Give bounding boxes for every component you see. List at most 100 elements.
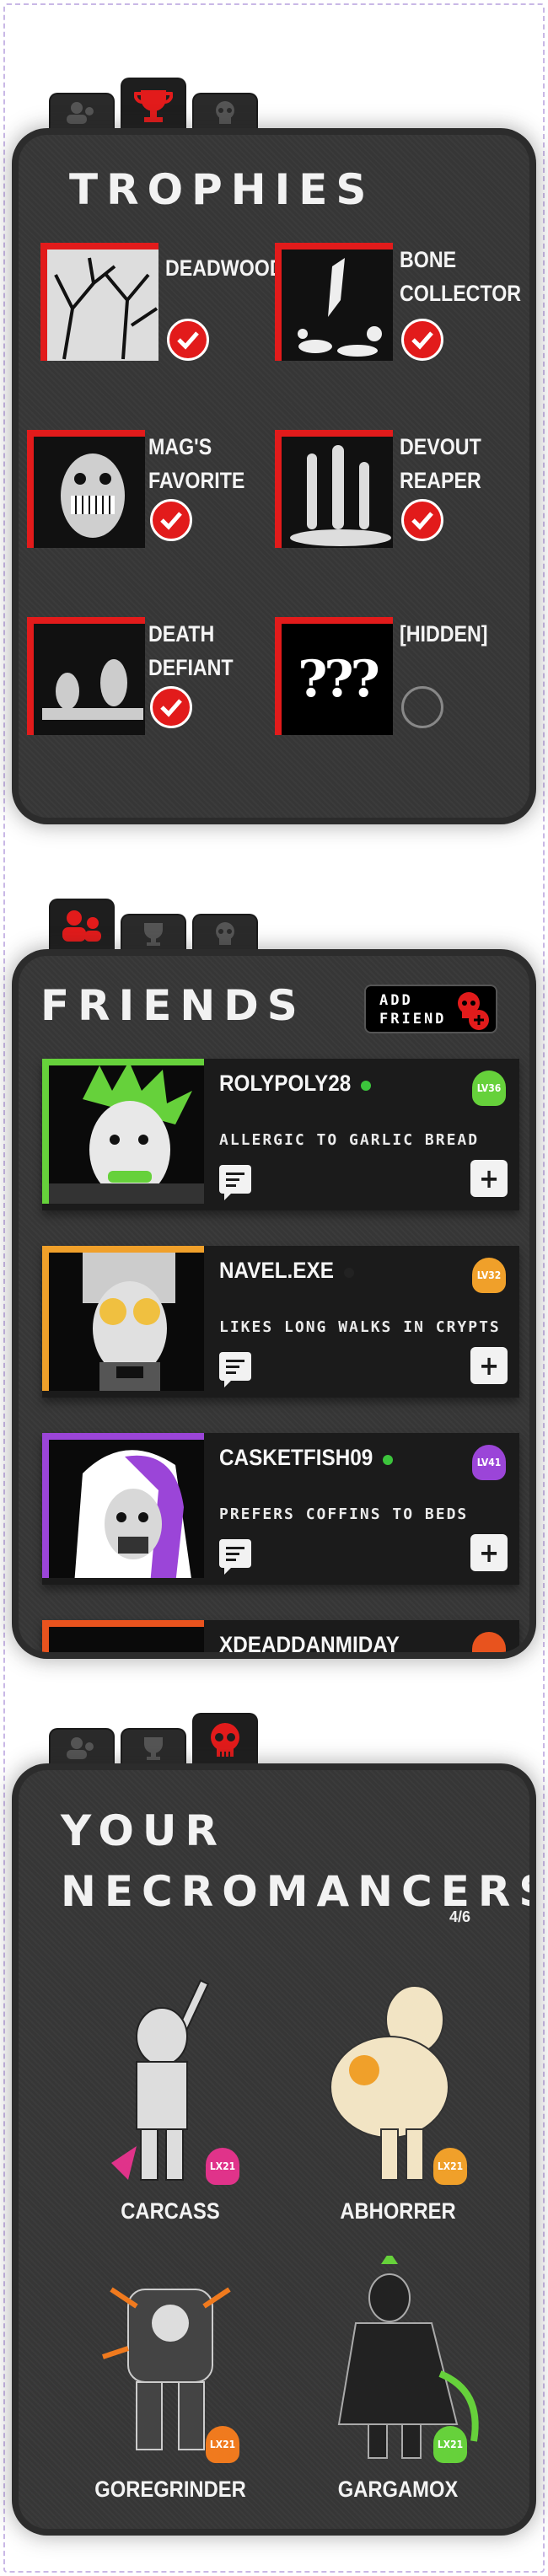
friend-description: LIKES LONG WALKS IN CRYPTS bbox=[219, 1318, 501, 1336]
necromancer-card[interactable]: LX21 ABHORRER bbox=[288, 1978, 508, 2239]
trophy-name: DEADWOOD bbox=[165, 255, 284, 281]
friend-description: PREFERS COFFINS TO BEDS bbox=[219, 1505, 469, 1523]
friends-panel: FRIENDS ADD FRIEND ROLYPOLY28 LV36 ALLER… bbox=[19, 956, 529, 1652]
tab-friends[interactable] bbox=[51, 1730, 113, 1770]
necromancer-name: ABHORRER bbox=[340, 2198, 456, 2224]
necromancer-figure bbox=[61, 2256, 280, 2466]
level-badge: LV36 bbox=[472, 1071, 506, 1106]
friend-card[interactable]: NAVEL.EXE LV32 LIKES LONG WALKS IN CRYPT… bbox=[42, 1246, 519, 1398]
friend-avatar bbox=[42, 1246, 204, 1391]
tab-bar bbox=[51, 897, 304, 956]
trophy-image bbox=[40, 243, 158, 361]
trophy-name: [HIDDEN] bbox=[400, 621, 488, 647]
gift-icon[interactable]: + bbox=[470, 1160, 508, 1197]
trophy-card-hidden[interactable]: ??? [HIDDEN] bbox=[275, 617, 502, 743]
level-badge: LX21 bbox=[433, 2148, 467, 2185]
tab-bar bbox=[51, 1711, 304, 1770]
message-icon[interactable] bbox=[219, 1539, 251, 1575]
locked-circle-icon bbox=[401, 686, 443, 728]
necromancers-screen: YOUR NECROMANCERS 4/6 LX21 CARCASS LX21 … bbox=[0, 1694, 548, 2571]
trophy-name: BONE COLLECTOR bbox=[400, 247, 522, 306]
trophy-icon bbox=[139, 921, 168, 950]
friend-avatar bbox=[42, 1059, 204, 1204]
trophy-name: MAG'S FAVORITE bbox=[148, 434, 245, 493]
gift-icon[interactable]: + bbox=[470, 1534, 508, 1571]
level-badge bbox=[472, 1632, 506, 1652]
necromancer-name: CARCASS bbox=[121, 2198, 220, 2224]
skull-icon bbox=[211, 921, 239, 950]
necromancer-card[interactable]: LX21 GOREGRINDER bbox=[61, 2256, 280, 2517]
trophy-image-hidden: ??? bbox=[275, 617, 393, 735]
friend-avatar bbox=[42, 1433, 204, 1578]
trophy-icon bbox=[139, 1736, 168, 1764]
trophy-card[interactable]: DEADWOOD bbox=[40, 243, 284, 369]
online-status-dot bbox=[383, 1455, 393, 1465]
skull-icon bbox=[204, 1721, 246, 1763]
tab-trophies[interactable] bbox=[122, 79, 185, 135]
page-title: YOUR NECROMANCERS bbox=[61, 1806, 529, 1916]
skull-icon bbox=[211, 100, 239, 129]
tab-friends[interactable] bbox=[51, 94, 113, 135]
friend-name: CASKETFISH09 bbox=[219, 1445, 373, 1470]
checkmark-icon bbox=[150, 499, 192, 541]
level-badge: LX21 bbox=[433, 2426, 467, 2463]
trophy-card[interactable]: BONE COLLECTOR bbox=[275, 243, 521, 369]
checkmark-icon bbox=[167, 319, 209, 361]
tab-friends[interactable] bbox=[51, 900, 113, 956]
trophy-image bbox=[275, 243, 393, 361]
necromancer-name: GOREGRINDER bbox=[94, 2477, 246, 2502]
friend-name: XDEADDANMIDAY bbox=[219, 1632, 400, 1652]
friend-name: NAVEL.EXE bbox=[219, 1258, 334, 1283]
trophy-name: DEVOUT REAPER bbox=[400, 434, 481, 493]
friend-card[interactable]: XDEADDANMIDAY bbox=[42, 1620, 519, 1652]
necromancer-count: 4/6 bbox=[449, 1908, 470, 1925]
friend-card[interactable]: CASKETFISH09 LV41 PREFERS COFFINS TO BED… bbox=[42, 1433, 519, 1585]
necromancer-card[interactable]: LX21 CARCASS bbox=[61, 1978, 280, 2239]
online-status-dot bbox=[361, 1081, 371, 1091]
necromancer-figure bbox=[288, 1978, 508, 2188]
add-friend-button[interactable]: ADD FRIEND bbox=[364, 985, 497, 1033]
trophy-card[interactable]: DEATH DEFIANT bbox=[27, 617, 255, 743]
level-badge: LX21 bbox=[206, 2148, 239, 2185]
page-title: TROPHIES bbox=[69, 165, 375, 214]
trophy-icon bbox=[133, 87, 174, 127]
trophies-panel: TROPHIES DEADWOOD BONE COLLECTOR MAG'S F… bbox=[19, 135, 529, 818]
trophy-name: DEATH DEFIANT bbox=[148, 621, 234, 680]
friend-name: ROLYPOLY28 bbox=[219, 1071, 352, 1096]
trophies-screen: TROPHIES DEADWOOD BONE COLLECTOR MAG'S F… bbox=[0, 0, 548, 851]
friend-description: ALLERGIC TO GARLIC BREAD bbox=[219, 1131, 480, 1149]
tab-necromancers[interactable] bbox=[194, 915, 256, 956]
necromancers-panel: YOUR NECROMANCERS 4/6 LX21 CARCASS LX21 … bbox=[19, 1770, 529, 2529]
tab-bar bbox=[51, 76, 304, 135]
necromancer-card[interactable]: LX21 GARGAMOX bbox=[288, 2251, 508, 2517]
necromancer-figure bbox=[288, 2251, 508, 2466]
add-friend-skull-icon bbox=[452, 990, 491, 1035]
gift-icon[interactable]: + bbox=[470, 1347, 508, 1384]
message-icon[interactable] bbox=[219, 1165, 251, 1200]
friends-icon bbox=[59, 908, 105, 948]
trophy-card[interactable]: MAG'S FAVORITE bbox=[27, 430, 255, 556]
offline-status-dot bbox=[344, 1268, 354, 1278]
message-icon[interactable] bbox=[219, 1352, 251, 1387]
level-badge: LV41 bbox=[472, 1445, 506, 1480]
tab-necromancers[interactable] bbox=[194, 1715, 256, 1770]
necromancer-figure bbox=[61, 1978, 280, 2188]
friend-avatar bbox=[42, 1620, 204, 1652]
friends-icon bbox=[65, 1736, 99, 1764]
checkmark-icon bbox=[401, 499, 443, 541]
tab-necromancers[interactable] bbox=[194, 94, 256, 135]
tab-trophies[interactable] bbox=[122, 1730, 185, 1770]
trophy-image bbox=[27, 617, 145, 735]
friends-icon bbox=[65, 100, 99, 129]
checkmark-icon bbox=[150, 686, 192, 728]
trophy-card[interactable]: DEVOUT REAPER bbox=[275, 430, 502, 556]
add-friend-label: ADD FRIEND bbox=[379, 992, 447, 1028]
friend-card[interactable]: ROLYPOLY28 LV36 ALLERGIC TO GARLIC BREAD… bbox=[42, 1059, 519, 1210]
tab-trophies[interactable] bbox=[122, 915, 185, 956]
necromancer-name: GARGAMOX bbox=[337, 2477, 459, 2502]
page-title: FRIENDS bbox=[40, 981, 306, 1030]
level-badge: LV32 bbox=[472, 1258, 506, 1293]
checkmark-icon bbox=[401, 319, 443, 361]
friends-screen: FRIENDS ADD FRIEND ROLYPOLY28 LV36 ALLER… bbox=[0, 877, 548, 1686]
trophy-image bbox=[27, 430, 145, 548]
